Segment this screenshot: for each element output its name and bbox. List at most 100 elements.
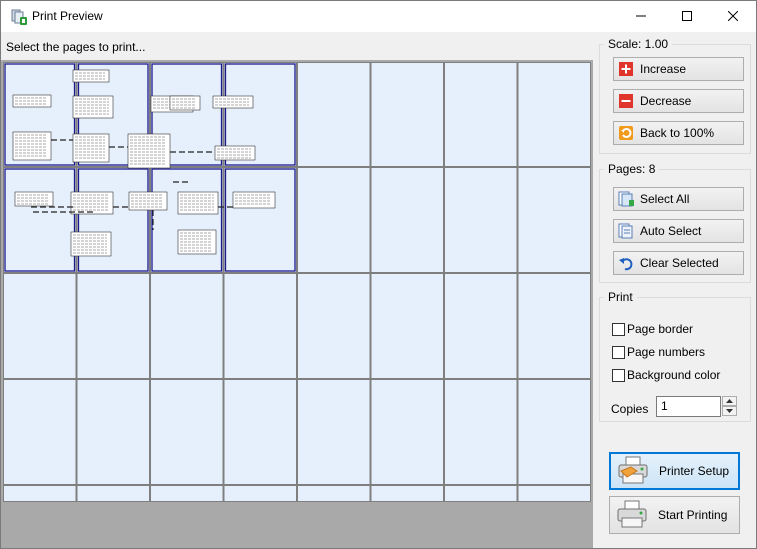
start-printing-button[interactable]: Start Printing	[609, 496, 740, 534]
clear-selected-button[interactable]: Clear Selected	[613, 251, 744, 275]
page-cell[interactable]	[518, 274, 591, 378]
pages-label: Pages: 8	[604, 162, 660, 176]
printer-app-icon	[10, 8, 28, 26]
page-cell[interactable]	[518, 168, 591, 272]
pages-group: Pages: 8 Select All Auto Select Clear Se…	[599, 162, 751, 283]
reset-zoom-icon	[618, 125, 634, 141]
page-cell[interactable]	[151, 380, 223, 484]
preview-area[interactable]: Select the pages to print...	[1, 32, 593, 548]
auto-select-icon	[618, 223, 634, 239]
page-numbers-checkbox[interactable]: Page numbers	[612, 345, 705, 359]
diagram-entity	[127, 133, 171, 169]
page-cell[interactable]	[445, 486, 517, 501]
page-cell[interactable]	[298, 274, 370, 378]
clear-selected-label: Clear Selected	[640, 256, 719, 270]
copies-down-button[interactable]	[722, 406, 737, 416]
page-cell[interactable]	[518, 63, 591, 166]
minus-icon	[618, 93, 634, 109]
printer-icon	[616, 499, 648, 532]
copies-label: Copies	[611, 402, 649, 416]
print-preview-window: Print Preview Select the pages to print.…	[0, 0, 757, 549]
close-icon	[728, 11, 738, 21]
page-numbers-label: Page numbers	[627, 345, 706, 359]
page-border-checkbox[interactable]: Page border	[612, 322, 693, 336]
scale-group: Scale: 1.00 Increase Decrease Back to 10…	[599, 37, 751, 154]
decrease-button[interactable]: Decrease	[613, 89, 744, 113]
page-cell[interactable]	[445, 380, 517, 484]
background-color-label: Background color	[627, 368, 721, 382]
background-color-checkbox[interactable]: Background color	[612, 368, 720, 382]
page-cell[interactable]	[518, 380, 591, 484]
preview-header: Select the pages to print...	[1, 32, 593, 60]
copies-input[interactable]: 1	[656, 396, 721, 417]
increase-button[interactable]: Increase	[613, 57, 744, 81]
page-cell[interactable]	[298, 380, 370, 484]
diagram-entity	[70, 191, 114, 215]
diagram-entity	[232, 191, 276, 209]
decrease-label: Decrease	[640, 94, 692, 108]
page-cell[interactable]	[371, 380, 444, 484]
back-to-100-button[interactable]: Back to 100%	[613, 121, 744, 145]
maximize-button[interactable]	[664, 1, 710, 31]
increase-label: Increase	[640, 62, 687, 76]
chevron-up-icon	[726, 399, 733, 403]
page-cell[interactable]	[518, 486, 591, 501]
scale-label: Scale: 1.00	[604, 37, 673, 51]
page-cell[interactable]	[445, 168, 517, 272]
printer-setup-label: Printer Setup	[659, 464, 730, 478]
diagram-entity	[72, 95, 114, 119]
page-cell[interactable]	[298, 486, 370, 501]
page-cell[interactable]	[445, 274, 517, 378]
checkbox-box[interactable]	[612, 322, 625, 336]
select-all-label: Select All	[640, 192, 690, 206]
page-cell[interactable]	[4, 486, 76, 501]
close-button[interactable]	[710, 1, 756, 31]
page-border-label: Page border	[627, 322, 694, 336]
checkbox-box[interactable]	[612, 345, 625, 359]
copies-up-button[interactable]	[722, 396, 737, 406]
minimize-button[interactable]	[618, 1, 664, 31]
title-bar[interactable]: Print Preview	[1, 1, 756, 32]
page-cell[interactable]	[4, 168, 76, 272]
plus-icon	[618, 61, 634, 77]
checkbox-box[interactable]	[612, 368, 625, 382]
page-cell[interactable]	[151, 486, 223, 501]
page-cell[interactable]	[371, 486, 444, 501]
minimize-icon	[636, 15, 646, 17]
window-title: Print Preview	[32, 9, 103, 23]
page-cell[interactable]	[224, 380, 297, 484]
page-cell[interactable]	[77, 274, 150, 378]
page-cell[interactable]	[151, 274, 223, 378]
print-label: Print	[604, 290, 637, 304]
page-cell[interactable]	[77, 168, 150, 272]
start-printing-label: Start Printing	[658, 508, 728, 522]
page-cell[interactable]	[371, 63, 444, 166]
page-cell[interactable]	[371, 168, 444, 272]
auto-select-label: Auto Select	[640, 224, 702, 238]
page-cell[interactable]	[224, 168, 297, 272]
page-cell[interactable]	[4, 274, 76, 378]
page-cell[interactable]	[77, 380, 150, 484]
back-to-100-label: Back to 100%	[640, 126, 715, 140]
page-cell[interactable]	[298, 63, 370, 166]
preview-instruction: Select the pages to print...	[6, 40, 146, 54]
chevron-down-icon	[726, 409, 733, 413]
select-all-icon	[618, 191, 634, 207]
page-grid[interactable]	[3, 62, 591, 502]
page-cell[interactable]	[151, 168, 223, 272]
select-all-button[interactable]: Select All	[613, 187, 744, 211]
printer-setup-icon	[617, 455, 649, 488]
page-cell[interactable]	[224, 486, 297, 501]
auto-select-button[interactable]: Auto Select	[613, 219, 744, 243]
maximize-icon	[682, 11, 692, 21]
undo-arrow-icon	[618, 255, 634, 271]
page-cell[interactable]	[77, 486, 150, 501]
page-cell[interactable]	[445, 63, 517, 166]
diagram-entity	[177, 191, 219, 215]
page-cell[interactable]	[224, 274, 297, 378]
page-cell[interactable]	[371, 274, 444, 378]
page-cell[interactable]	[298, 168, 370, 272]
printer-setup-button[interactable]: Printer Setup	[609, 452, 740, 490]
right-panel: Scale: 1.00 Increase Decrease Back to 10…	[593, 32, 756, 548]
page-cell[interactable]	[4, 380, 76, 484]
